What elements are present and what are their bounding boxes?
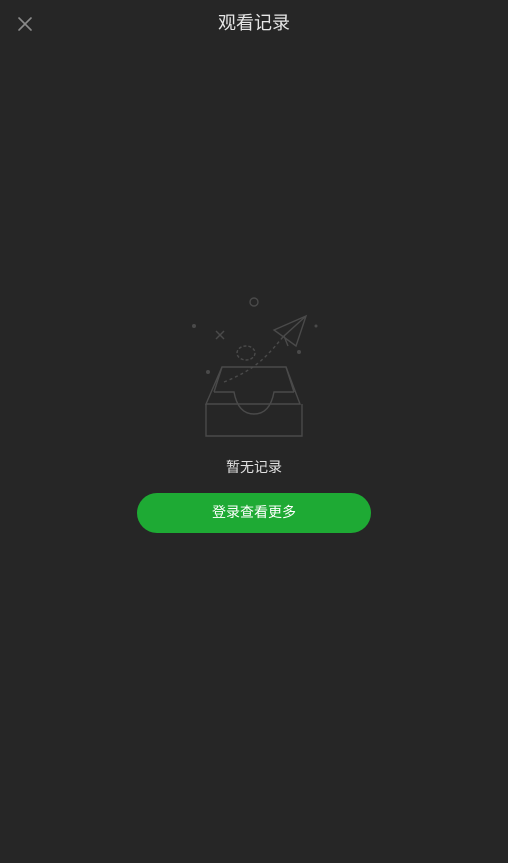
header-bar: 观看记录 xyxy=(0,0,508,48)
empty-tray-paper-plane-icon xyxy=(192,297,318,437)
login-button[interactable]: 登录查看更多 xyxy=(137,493,371,533)
empty-state-message: 暂无记录 xyxy=(226,460,282,476)
watch-history-page: 观看记录 暂无记录 登录查看更多 xyxy=(0,0,508,863)
page-title: 观看记录 xyxy=(218,13,290,34)
